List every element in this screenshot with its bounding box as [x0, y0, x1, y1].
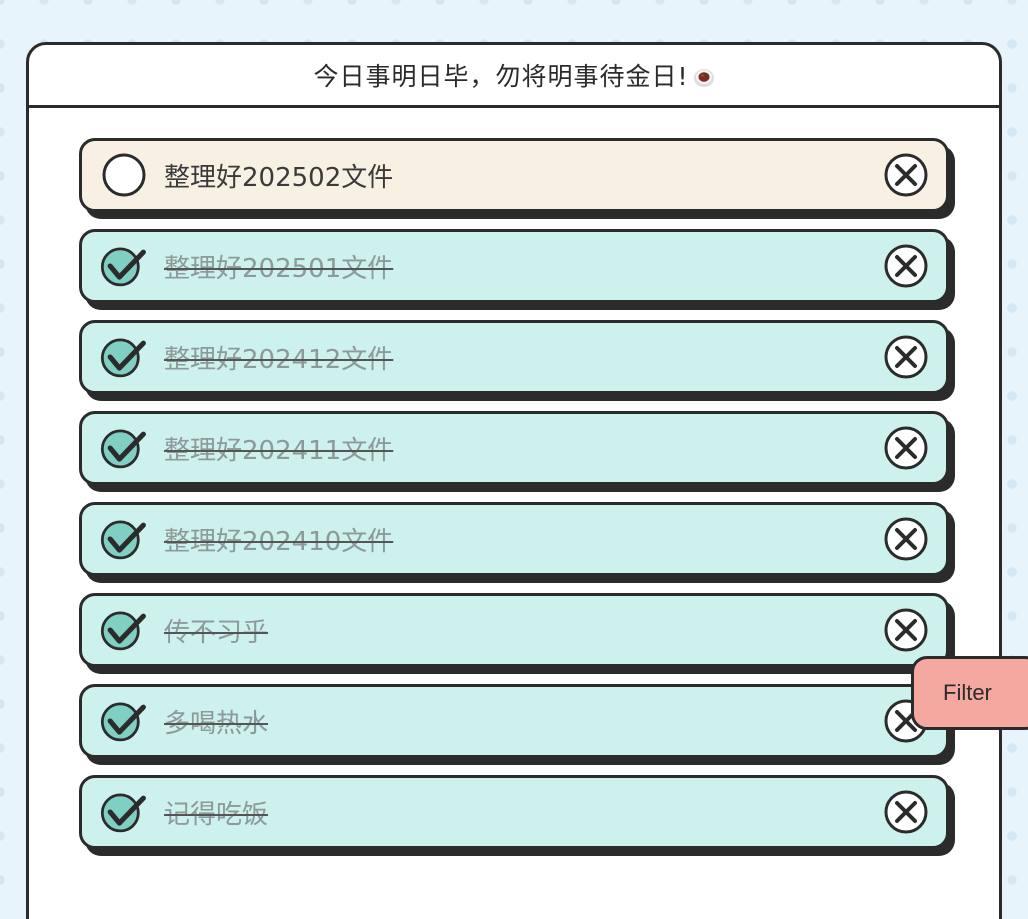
checkmark-circle-icon[interactable] [100, 333, 148, 381]
checkmark-circle-icon[interactable] [100, 697, 148, 745]
todo-label: 传不习乎 [164, 617, 269, 648]
todo-card: 今日事明日毕，勿将明事待金日! 整理好202502文件 整理好202501文件 整理… [26, 42, 1002, 919]
todo-item[interactable]: 整理好202412文件 [79, 320, 949, 394]
todo-item[interactable]: 整理好202501文件 [79, 229, 949, 303]
todo-item[interactable]: 整理好202411文件 [79, 411, 949, 485]
filter-button[interactable]: Filter [911, 656, 1028, 730]
todo-item[interactable]: 多喝热水 [79, 684, 949, 758]
todo-item[interactable]: 传不习乎 [79, 593, 949, 667]
todo-list: 整理好202502文件 整理好202501文件 整理好202412文件 整理好2024… [79, 138, 949, 866]
checkmark-circle-icon[interactable] [100, 242, 148, 290]
todo-label: 多喝热水 [164, 708, 269, 739]
todo-label: 记得吃饭 [164, 799, 269, 830]
todo-item[interactable]: 整理好202410文件 [79, 502, 949, 576]
checkmark-circle-icon[interactable] [100, 424, 148, 472]
checkmark-circle-icon[interactable] [100, 515, 148, 563]
todo-label: 整理好202411文件 [164, 435, 394, 466]
close-circle-icon[interactable] [882, 424, 930, 472]
coffee-cup-icon [693, 65, 715, 87]
page-title: 今日事明日毕，勿将明事待金日! [313, 62, 689, 91]
todo-label: 整理好202412文件 [164, 344, 394, 375]
checkmark-circle-icon[interactable] [100, 788, 148, 836]
todo-item[interactable]: 记得吃饭 [79, 775, 949, 849]
close-circle-icon[interactable] [882, 515, 930, 563]
todo-label: 整理好202501文件 [164, 253, 394, 284]
header: 今日事明日毕，勿将明事待金日! [29, 45, 999, 108]
checkmark-circle-icon[interactable] [100, 606, 148, 654]
todo-label: 整理好202410文件 [164, 526, 394, 557]
close-circle-icon[interactable] [882, 151, 930, 199]
todo-label: 整理好202502文件 [164, 162, 394, 193]
empty-circle-icon[interactable] [100, 151, 148, 199]
todo-item[interactable]: 整理好202502文件 [79, 138, 949, 212]
close-circle-icon[interactable] [882, 242, 930, 290]
close-circle-icon[interactable] [882, 606, 930, 654]
close-circle-icon[interactable] [882, 788, 930, 836]
close-circle-icon[interactable] [882, 333, 930, 381]
